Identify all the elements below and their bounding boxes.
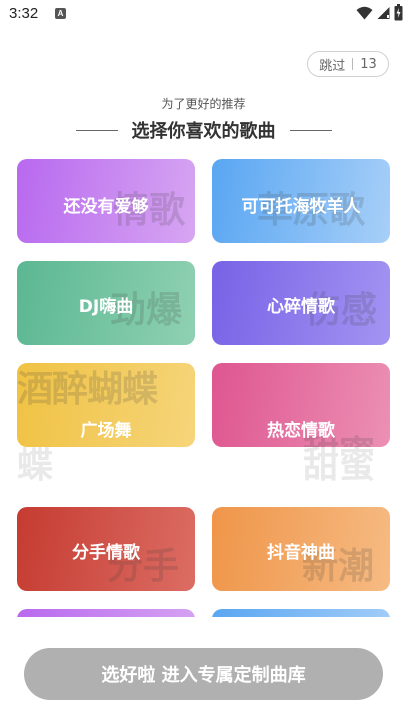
genre-label: 心碎情歌 xyxy=(267,297,335,317)
skip-countdown: 13 xyxy=(360,56,377,72)
genre-card[interactable]: 新潮 抖音神曲 xyxy=(212,507,390,591)
genre-grid: 情歌 还没有爱够 草原歌 可可托海牧羊人 劲爆 DJ嗨曲 伤感 心碎情歌 酒醉蝴… xyxy=(0,150,407,617)
genre-label: 广场舞 xyxy=(80,421,132,441)
title-row: 选择你喜欢的歌曲 xyxy=(0,117,407,143)
notification-icon: A xyxy=(55,8,66,19)
genre-card[interactable] xyxy=(17,609,195,617)
genre-card[interactable]: 伤感 心碎情歌 xyxy=(212,261,390,345)
title-line-left xyxy=(75,129,118,131)
signal-icon xyxy=(377,6,390,19)
status-time: 3:32 xyxy=(9,5,39,22)
title-line-right xyxy=(289,129,332,131)
svg-text:甜蜜: 甜蜜 xyxy=(303,447,375,486)
genre-card[interactable]: 分手 分手情歌 xyxy=(17,507,195,591)
page-subtitle: 为了更好的推荐 xyxy=(161,97,246,111)
watermark-overflow-right: 甜蜜 xyxy=(303,447,375,486)
genre-label: 还没有爱够 xyxy=(63,197,149,217)
genre-watermark: 酒醉蝴蝶 xyxy=(17,369,158,410)
svg-text:蝶: 蝶 xyxy=(17,447,53,486)
genre-label: 热恋情歌 xyxy=(267,421,335,441)
genre-label: 分手情歌 xyxy=(72,543,140,563)
wifi-icon xyxy=(356,6,373,19)
genre-card[interactable] xyxy=(212,609,390,617)
skip-button[interactable]: 跳过 13 xyxy=(307,51,389,77)
status-bar: 3:32 A xyxy=(0,0,407,28)
genre-label: 可可托海牧羊人 xyxy=(241,197,361,217)
genre-label: 抖音神曲 xyxy=(267,543,335,563)
status-indicators xyxy=(356,4,403,21)
genre-card[interactable]: 劲爆 DJ嗨曲 xyxy=(17,261,195,345)
skip-divider xyxy=(352,58,354,70)
genre-card[interactable]: 草原歌 可可托海牧羊人 xyxy=(212,159,390,243)
genre-label: DJ嗨曲 xyxy=(78,297,134,317)
genre-card[interactable]: 酒醉蝴蝶 广场舞 xyxy=(17,363,195,447)
battery-icon xyxy=(394,4,403,21)
genre-card[interactable]: 甜蜜 热恋情歌 xyxy=(212,363,390,447)
page-title: 选择你喜欢的歌曲 xyxy=(131,121,276,142)
genre-card[interactable]: 情歌 还没有爱够 xyxy=(17,159,195,243)
watermark-overflow-left: 蝶 xyxy=(17,447,53,486)
enter-library-button[interactable]: 选好啦 进入专属定制曲库 xyxy=(24,648,383,700)
skip-label: 跳过 xyxy=(319,58,346,74)
